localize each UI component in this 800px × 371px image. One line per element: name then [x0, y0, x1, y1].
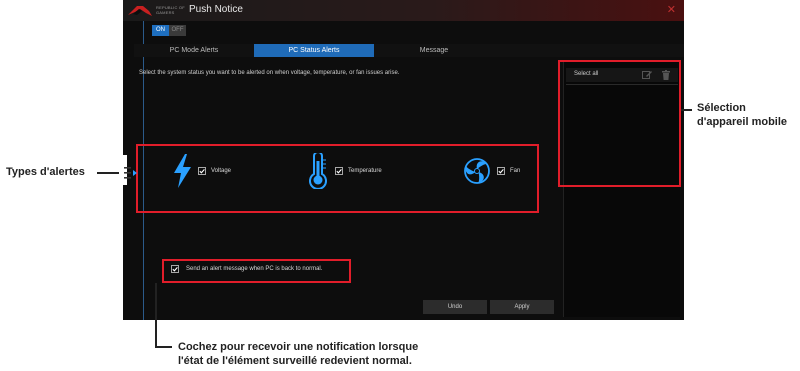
undo-button[interactable]: Undo	[423, 300, 487, 314]
callout-device-selection-line2: d'appareil mobile	[697, 116, 788, 128]
leader-notify-horizontal	[155, 346, 172, 348]
leader-notify-vertical	[155, 283, 157, 347]
callout-notify-line1: Cochez pour recevoir une notification lo…	[178, 341, 419, 353]
leader-device-selection	[681, 109, 692, 111]
apply-button[interactable]: Apply	[490, 300, 554, 314]
tab-pc-status-alerts[interactable]: PC Status Alerts	[254, 44, 374, 57]
device-panel-highlight	[558, 60, 681, 187]
app-title: Push Notice	[189, 4, 243, 15]
toggle-on[interactable]: ON	[152, 25, 169, 36]
alert-types-highlight	[136, 144, 539, 213]
brand-text: REPUBLIC OF GAMERS	[156, 5, 185, 15]
side-collapse-icon[interactable]	[124, 165, 138, 181]
toggle-off[interactable]: OFF	[169, 25, 186, 36]
notify-option-highlight	[162, 259, 351, 283]
close-button[interactable]: ✕	[667, 3, 676, 16]
instruction-text: Select the system status you want to be …	[139, 70, 400, 76]
callout-device-selection-line1: Sélection	[697, 102, 746, 114]
on-off-toggle[interactable]: ON OFF	[152, 25, 186, 36]
callout-notify: Cochez pour recevoir une notification lo…	[178, 340, 418, 368]
title-bar: REPUBLIC OF GAMERS Push Notice ✕	[123, 0, 684, 21]
callout-alert-types: Types d'alertes	[6, 166, 85, 178]
callout-device-selection: Sélection d'appareil mobile	[697, 101, 787, 129]
rog-logo-icon	[128, 6, 152, 16]
tab-bar: PC Mode Alerts PC Status Alerts Message	[134, 44, 684, 57]
tab-pc-mode-alerts[interactable]: PC Mode Alerts	[134, 44, 254, 57]
tab-message[interactable]: Message	[374, 44, 494, 57]
callout-notify-line2: l'état de l'élément surveillé redevient …	[178, 355, 412, 367]
